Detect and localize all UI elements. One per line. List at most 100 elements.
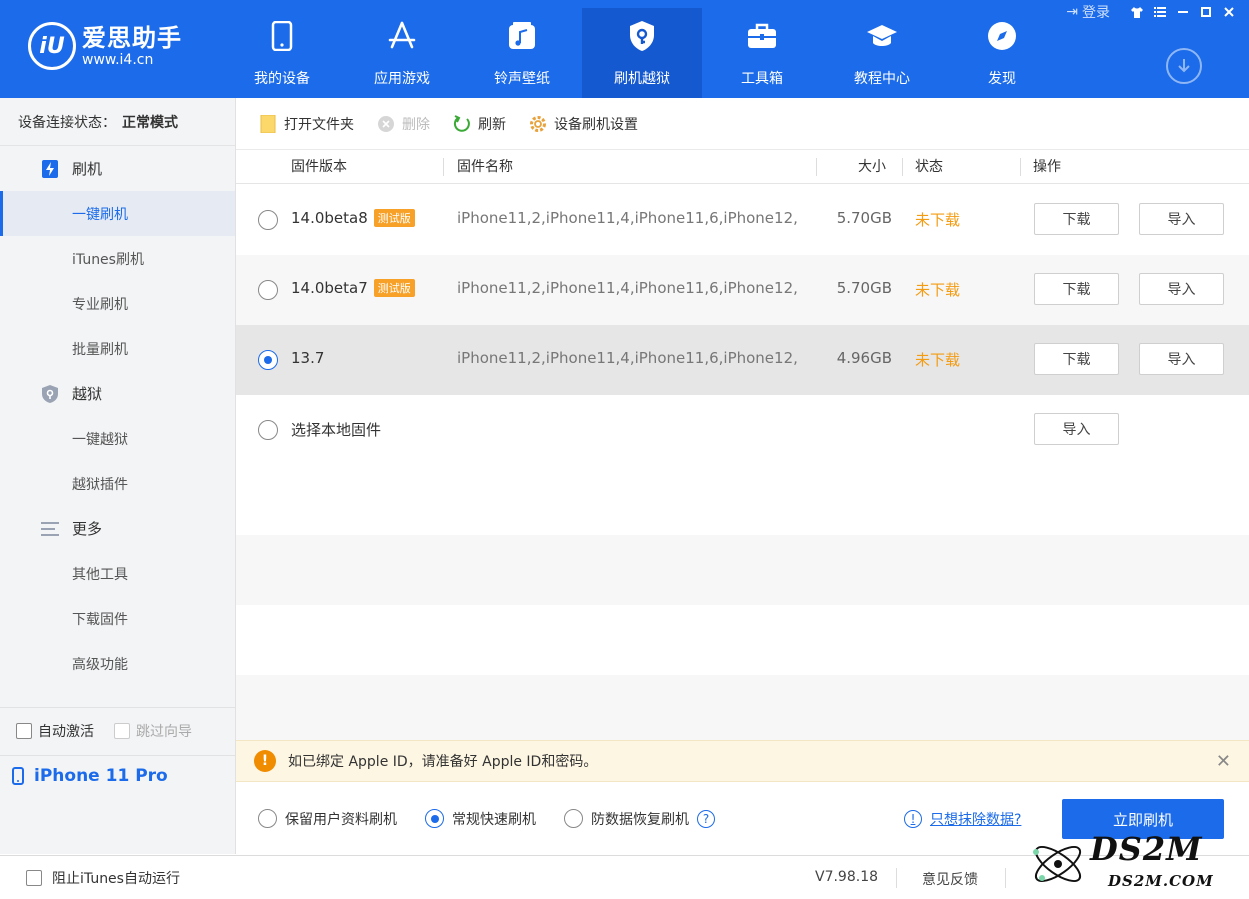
auto-activate-checkbox[interactable] <box>16 723 32 739</box>
download-button[interactable]: 下载 <box>1034 343 1119 375</box>
logo-mark: iU <box>28 22 76 70</box>
open-folder-button[interactable]: 打开文件夹 <box>258 114 354 134</box>
firmware-name: iPhone11,2,iPhone11,4,iPhone11,6,iPhone1… <box>457 209 797 227</box>
table-row-local-firmware[interactable]: 选择本地固件 导入 <box>236 395 1249 465</box>
notice-bar: ! 如已绑定 Apple ID，请准备好 Apple ID和密码。 ✕ <box>236 740 1249 782</box>
mode-radio[interactable] <box>425 809 444 828</box>
erase-data-link[interactable]: ! 只想抹除数据? <box>904 809 1021 829</box>
flash-settings-button[interactable]: 设备刷机设置 <box>528 114 638 134</box>
auto-activate-option[interactable]: 自动激活 <box>16 721 94 741</box>
feedback-link[interactable]: 意见反馈 <box>922 869 978 889</box>
mode-radio[interactable] <box>564 809 583 828</box>
mode-anti-recovery[interactable]: 防数据恢复刷机 ? <box>564 809 715 829</box>
maximize-icon[interactable] <box>1196 3 1216 21</box>
sidebar-item-label: iTunes刷机 <box>72 251 144 268</box>
delete-button[interactable]: 删除 <box>376 114 430 134</box>
compass-icon <box>986 20 1018 52</box>
app-logo: iU 爱思助手 www.i4.cn <box>28 22 182 70</box>
import-button[interactable]: 导入 <box>1139 273 1224 305</box>
nav-label: 铃声壁纸 <box>494 71 550 87</box>
import-button[interactable]: 导入 <box>1139 343 1224 375</box>
app-header: iU 爱思助手 www.i4.cn 我的设备 应用游戏 铃声壁纸 刷机越狱 工具… <box>0 0 1249 98</box>
minimize-icon[interactable] <box>1173 3 1193 21</box>
empty-row <box>236 675 1249 745</box>
sidebar-item-batch-flash[interactable]: 批量刷机 <box>0 326 235 371</box>
sidebar-item-advanced[interactable]: 高级功能 <box>0 641 235 686</box>
connection-status: 设备连接状态： 正常模式 <box>0 98 235 146</box>
mode-keep-data[interactable]: 保留用户资料刷机 <box>258 809 397 829</box>
sidebar-item-pro-flash[interactable]: 专业刷机 <box>0 281 235 326</box>
sidebar-group-jailbreak[interactable]: 越狱 <box>0 371 235 416</box>
nav-tutorials[interactable]: 教程中心 <box>822 8 942 98</box>
login-button[interactable]: ⇥ 登录 <box>1066 2 1110 22</box>
block-itunes-option[interactable]: 阻止iTunes自动运行 <box>26 868 180 888</box>
version-text: 14.0beta7 <box>291 279 368 297</box>
flash-settings-label: 设备刷机设置 <box>554 116 638 133</box>
import-button[interactable]: 导入 <box>1034 413 1119 445</box>
column-header-status: 状态 <box>915 159 943 175</box>
table-row[interactable]: 14.0beta8 测试版 iPhone11,2,iPhone11,4,iPhon… <box>236 185 1249 255</box>
skip-guide-option[interactable]: 跳过向导 <box>114 721 192 741</box>
download-button[interactable]: 下载 <box>1034 273 1119 305</box>
nav-flash-jailbreak[interactable]: 刷机越狱 <box>582 8 702 98</box>
firmware-radio[interactable] <box>258 210 278 230</box>
sidebar-item-jailbreak-plugins[interactable]: 越狱插件 <box>0 461 235 506</box>
nav-discover[interactable]: 发现 <box>942 8 1062 98</box>
sidebar-item-download-firmware[interactable]: 下载固件 <box>0 596 235 641</box>
firmware-radio[interactable] <box>258 350 278 370</box>
table-row[interactable]: 13.7 iPhone11,2,iPhone11,4,iPhone11,6,iP… <box>236 325 1249 395</box>
close-icon[interactable] <box>1219 3 1239 21</box>
firmware-radio[interactable] <box>258 420 278 440</box>
block-itunes-checkbox[interactable] <box>26 869 42 886</box>
watermark-subtitle: DS2M.COM <box>1108 872 1214 890</box>
mode-label: 防数据恢复刷机 <box>591 811 689 828</box>
sidebar-item-one-click-flash[interactable]: 一键刷机 <box>0 191 235 236</box>
sidebar-item-itunes-flash[interactable]: iTunes刷机 <box>0 236 235 281</box>
sidebar-item-label: 其他工具 <box>72 566 128 583</box>
refresh-label: 刷新 <box>478 116 506 133</box>
help-icon[interactable]: ? <box>697 809 715 828</box>
menu-icon[interactable] <box>1150 3 1170 21</box>
auto-activate-label: 自动激活 <box>38 724 94 740</box>
table-row[interactable]: 14.0beta7 测试版 iPhone11,2,iPhone11,4,iPhon… <box>236 255 1249 325</box>
nav-label: 发现 <box>988 71 1016 87</box>
delete-icon <box>376 114 396 134</box>
sidebar: 设备连接状态： 正常模式 刷机 一键刷机 iTunes刷机 专业刷机 批量刷机 … <box>0 98 236 854</box>
sidebar-item-label: 批量刷机 <box>72 341 128 358</box>
sidebar-group-more[interactable]: 更多 <box>0 506 235 551</box>
download-manager-icon[interactable] <box>1166 48 1202 84</box>
beta-badge: 测试版 <box>373 279 415 297</box>
device-entry[interactable]: iPhone 11 Pro <box>0 755 235 795</box>
close-icon[interactable]: ✕ <box>1216 751 1231 772</box>
warning-icon: ! <box>254 750 276 772</box>
nav-my-device[interactable]: 我的设备 <box>222 8 342 98</box>
sidebar-group-label: 刷机 <box>72 160 103 178</box>
watermark: DS2M DS2M.COM <box>1028 828 1238 898</box>
sidebar-group-flash[interactable]: 刷机 <box>0 146 235 191</box>
login-icon: ⇥ <box>1066 4 1078 20</box>
download-button[interactable]: 下载 <box>1034 203 1119 235</box>
import-button[interactable]: 导入 <box>1139 203 1224 235</box>
sidebar-item-one-click-jailbreak[interactable]: 一键越狱 <box>0 416 235 461</box>
mode-quick[interactable]: 常规快速刷机 <box>425 809 536 829</box>
skip-guide-checkbox[interactable] <box>114 723 130 739</box>
phone-icon <box>12 766 24 785</box>
skin-icon[interactable] <box>1127 3 1147 21</box>
sidebar-item-label: 越狱插件 <box>72 476 128 493</box>
sidebar-item-other-tools[interactable]: 其他工具 <box>0 551 235 596</box>
mode-radio[interactable] <box>258 809 277 828</box>
firmware-name: iPhone11,2,iPhone11,4,iPhone11,6,iPhone1… <box>457 349 797 367</box>
nav-ringtones-wallpapers[interactable]: 铃声壁纸 <box>462 8 582 98</box>
firmware-version: 14.0beta8 测试版 <box>291 209 415 227</box>
refresh-button[interactable]: 刷新 <box>452 114 506 134</box>
app-version: V7.98.18 <box>815 869 879 885</box>
toolbar: 打开文件夹 删除 刷新 设备刷机设置 <box>236 98 1249 150</box>
phone-icon <box>266 20 298 52</box>
firmware-size: 5.70GB <box>836 279 892 297</box>
notice-text: 如已绑定 Apple ID，请准备好 Apple ID和密码。 <box>288 754 598 770</box>
nav-apps-games[interactable]: 应用游戏 <box>342 8 462 98</box>
firmware-radio[interactable] <box>258 280 278 300</box>
connection-status-label: 设备连接状态： <box>18 114 116 131</box>
nav-toolbox[interactable]: 工具箱 <box>702 8 822 98</box>
nav-label: 刷机越狱 <box>614 71 670 87</box>
